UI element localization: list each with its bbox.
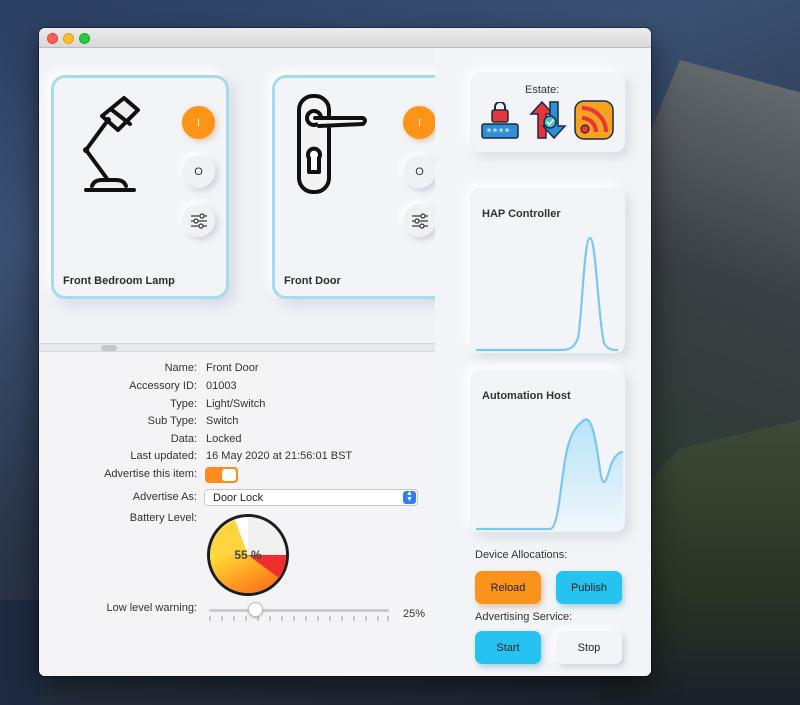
lamp-on-button[interactable]: I <box>182 106 215 139</box>
battery-level-label: Battery Level: <box>129 512 197 524</box>
low-level-slider[interactable] <box>209 609 389 612</box>
lamp-off-button[interactable]: O <box>182 155 215 188</box>
sub-type-value: Switch <box>206 415 239 427</box>
door-handle-icon <box>297 94 367 194</box>
title-bar[interactable] <box>39 28 651 48</box>
publish-button[interactable]: Publish <box>556 571 622 604</box>
accessory-id-value: 01003 <box>206 380 237 392</box>
automation-host-graph <box>476 418 624 531</box>
start-button[interactable]: Start <box>475 631 541 664</box>
sub-type-label: Sub Type: <box>147 415 197 427</box>
password-lock-icon: **** <box>481 102 519 139</box>
sliders-icon <box>411 212 428 229</box>
rss-feed-icon <box>574 100 614 140</box>
type-label: Type: <box>170 398 197 410</box>
scroll-handle[interactable] <box>101 345 117 351</box>
svg-text:****: **** <box>486 127 510 138</box>
sliders-icon <box>190 212 207 229</box>
low-level-slider-thumb[interactable] <box>248 602 263 617</box>
toggle-knob <box>222 469 236 481</box>
lamp-icon <box>83 96 140 192</box>
name-label: Name: <box>164 362 197 374</box>
minimize-window-button[interactable] <box>63 33 74 44</box>
zoom-window-button[interactable] <box>79 33 90 44</box>
sync-arrows-icon <box>529 100 567 140</box>
automation-host-panel: Automation Host <box>470 370 625 532</box>
device-card-door[interactable]: I O Front Door <box>272 75 435 299</box>
last-updated-value: 16 May 2020 at 21:56:01 BST <box>206 450 353 462</box>
data-label: Data: <box>170 433 197 445</box>
door-on-button[interactable]: I <box>403 106 435 139</box>
low-level-warning-value: 25% <box>403 608 426 620</box>
data-value: Locked <box>206 433 242 445</box>
door-settings-button[interactable] <box>403 204 435 237</box>
device-name: Front Door <box>284 275 341 287</box>
on-label: I <box>417 116 422 129</box>
accessory-id-label: Accessory ID: <box>129 380 197 392</box>
battery-percent: 55 % <box>234 548 262 562</box>
estate-label: Estate: <box>525 84 560 96</box>
device-allocations-label: Device Allocations: <box>475 549 568 561</box>
device-name: Front Bedroom Lamp <box>63 275 175 287</box>
advertise-as-select[interactable]: Door Lock ▲ ▼ <box>204 489 418 506</box>
slider-ticks <box>209 616 389 621</box>
name-value: Front Door <box>206 362 259 374</box>
app-window: I O Front Bedroom Lamp I O Front Door Na… <box>39 28 651 676</box>
on-label: I <box>196 116 201 129</box>
off-label: O <box>415 165 424 178</box>
device-card-lamp[interactable]: I O Front Bedroom Lamp <box>51 75 229 299</box>
hap-controller-graph <box>476 236 619 352</box>
door-off-button[interactable]: O <box>403 155 435 188</box>
off-label: O <box>194 165 203 178</box>
device-strip: I O Front Bedroom Lamp I O Front Door <box>39 48 435 343</box>
hap-controller-panel: HAP Controller <box>470 188 625 353</box>
close-window-button[interactable] <box>47 33 58 44</box>
reload-button[interactable]: Reload <box>475 571 541 604</box>
low-level-warning-label: Low level warning: <box>106 602 198 614</box>
advertise-as-value: Door Lock <box>213 492 264 504</box>
stop-button[interactable]: Stop <box>556 631 622 664</box>
advertise-as-label: Advertise As: <box>132 491 197 503</box>
desktop-sea <box>0 600 40 705</box>
advertising-service-label: Advertising Service: <box>475 611 573 623</box>
split-divider[interactable] <box>39 343 435 352</box>
chevron-updown-icon: ▲ ▼ <box>403 490 416 504</box>
estate-panel: Estate: **** <box>470 72 625 152</box>
advertise-item-toggle[interactable] <box>205 467 238 483</box>
advertise-item-label: Advertise this item: <box>104 468 197 480</box>
type-value: Light/Switch <box>206 398 266 410</box>
last-updated-label: Last updated: <box>130 450 197 462</box>
status-panel: Estate: **** HAP Controller Automation H… <box>435 48 651 676</box>
lamp-settings-button[interactable] <box>182 204 215 237</box>
